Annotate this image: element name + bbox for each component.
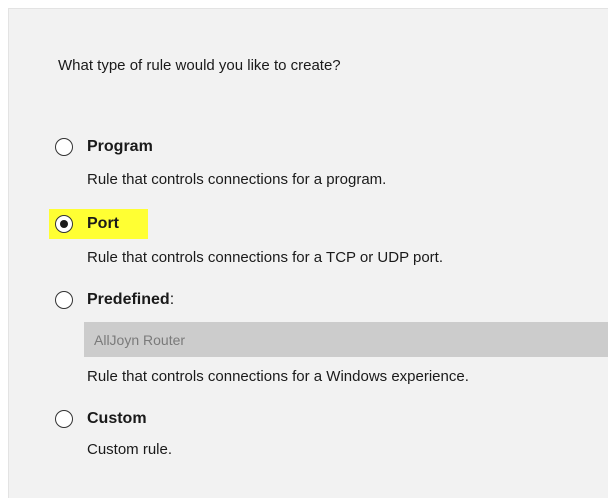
program-radio-button[interactable]: [55, 138, 73, 156]
predefined-label-colon: :: [169, 291, 175, 308]
port-label: Port: [87, 215, 119, 232]
predefined-radio-button[interactable]: [55, 291, 73, 309]
port-description: Rule that controls connections for a TCP…: [87, 249, 444, 266]
rule-type-question: What type of rule would you like to crea…: [58, 57, 341, 74]
custom-radio-button[interactable]: [55, 410, 73, 428]
predefined-radio-option[interactable]: Predefined:: [55, 287, 174, 313]
program-description: Rule that controls connections for a pro…: [87, 171, 387, 188]
program-label: Program: [87, 138, 153, 155]
predefined-description: Rule that controls connections for a Win…: [87, 368, 469, 385]
custom-label: Custom: [87, 410, 147, 427]
custom-description: Custom rule.: [87, 441, 173, 458]
predefined-label-text: Predefined: [87, 291, 170, 308]
port-radio-option[interactable]: Port: [55, 211, 119, 237]
port-radio-button[interactable]: [55, 215, 73, 233]
predefined-rule-dropdown[interactable]: AllJoyn Router: [84, 322, 608, 357]
predefined-label: Predefined:: [87, 291, 174, 309]
program-radio-option[interactable]: Program: [55, 134, 153, 160]
custom-radio-option[interactable]: Custom: [55, 406, 147, 432]
